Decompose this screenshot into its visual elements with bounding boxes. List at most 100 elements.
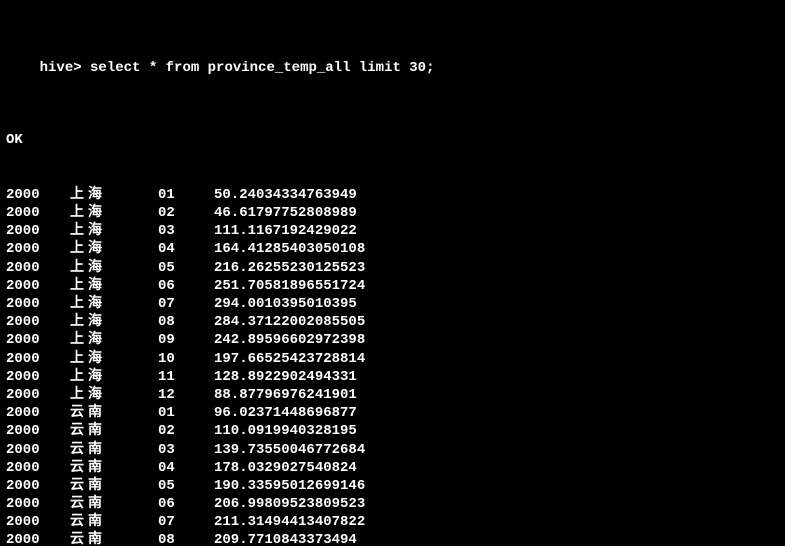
cell-province: 上海 bbox=[70, 331, 158, 349]
result-rows: 2000上海0150.240343347639492000上海0246.6179… bbox=[6, 186, 779, 546]
cell-year: 2000 bbox=[6, 459, 70, 477]
table-row: 2000上海05216.26255230125523 bbox=[6, 259, 779, 277]
cell-province: 上海 bbox=[70, 277, 158, 295]
table-row: 2000上海07294.0010395010395 bbox=[6, 295, 779, 313]
table-row: 2000上海06251.70581896551724 bbox=[6, 277, 779, 295]
cell-month: 04 bbox=[158, 459, 214, 477]
cell-province: 云南 bbox=[70, 422, 158, 440]
cell-year: 2000 bbox=[6, 277, 70, 295]
cell-month: 10 bbox=[158, 350, 214, 368]
cell-month: 11 bbox=[158, 368, 214, 386]
cell-year: 2000 bbox=[6, 495, 70, 513]
cell-year: 2000 bbox=[6, 295, 70, 313]
cell-month: 08 bbox=[158, 313, 214, 331]
cell-value: 139.73550046772684 bbox=[214, 441, 365, 459]
table-row: 2000云南04178.0329027540824 bbox=[6, 459, 779, 477]
cell-year: 2000 bbox=[6, 513, 70, 531]
cell-value: 209.7710843373494 bbox=[214, 531, 357, 546]
cell-year: 2000 bbox=[6, 477, 70, 495]
table-row: 2000上海04164.41285403050108 bbox=[6, 240, 779, 258]
table-row: 2000上海0246.61797752808989 bbox=[6, 204, 779, 222]
table-row: 2000云南03139.73550046772684 bbox=[6, 441, 779, 459]
prompt: hive> bbox=[40, 60, 90, 76]
cell-month: 07 bbox=[158, 513, 214, 531]
cell-value: 50.24034334763949 bbox=[214, 186, 357, 204]
cell-value: 46.61797752808989 bbox=[214, 204, 357, 222]
cell-province: 云南 bbox=[70, 531, 158, 546]
cell-province: 上海 bbox=[70, 222, 158, 240]
cell-year: 2000 bbox=[6, 186, 70, 204]
cell-month: 05 bbox=[158, 259, 214, 277]
table-row: 2000上海03111.1167192429022 bbox=[6, 222, 779, 240]
cell-value: 242.89596602972398 bbox=[214, 331, 365, 349]
cell-value: 111.1167192429022 bbox=[214, 222, 357, 240]
cell-province: 上海 bbox=[70, 386, 158, 404]
cell-year: 2000 bbox=[6, 531, 70, 546]
table-row: 2000上海10197.66525423728814 bbox=[6, 350, 779, 368]
cell-value: 178.0329027540824 bbox=[214, 459, 357, 477]
cell-province: 云南 bbox=[70, 477, 158, 495]
cell-year: 2000 bbox=[6, 259, 70, 277]
cell-year: 2000 bbox=[6, 404, 70, 422]
table-row: 2000上海11128.8922902494331 bbox=[6, 368, 779, 386]
table-row: 2000云南08209.7710843373494 bbox=[6, 531, 779, 546]
table-row: 2000云南06206.99809523809523 bbox=[6, 495, 779, 513]
cell-province: 云南 bbox=[70, 404, 158, 422]
table-row: 2000上海0150.24034334763949 bbox=[6, 186, 779, 204]
cell-year: 2000 bbox=[6, 368, 70, 386]
cell-value: 110.0919940328195 bbox=[214, 422, 357, 440]
cell-month: 03 bbox=[158, 222, 214, 240]
cell-year: 2000 bbox=[6, 313, 70, 331]
cell-month: 01 bbox=[158, 404, 214, 422]
cell-year: 2000 bbox=[6, 422, 70, 440]
cell-value: 206.99809523809523 bbox=[214, 495, 365, 513]
cell-value: 88.87796976241901 bbox=[214, 386, 357, 404]
cell-year: 2000 bbox=[6, 350, 70, 368]
cell-month: 07 bbox=[158, 295, 214, 313]
cell-value: 190.33595012699146 bbox=[214, 477, 365, 495]
cell-value: 96.02371448696877 bbox=[214, 404, 357, 422]
cell-province: 上海 bbox=[70, 259, 158, 277]
table-row: 2000上海1288.87796976241901 bbox=[6, 386, 779, 404]
cell-month: 06 bbox=[158, 277, 214, 295]
cell-month: 05 bbox=[158, 477, 214, 495]
prompt-line[interactable]: hive> select * from province_temp_all li… bbox=[6, 40, 779, 95]
cell-value: 284.37122002085505 bbox=[214, 313, 365, 331]
cell-province: 上海 bbox=[70, 186, 158, 204]
cell-month: 09 bbox=[158, 331, 214, 349]
cell-province: 云南 bbox=[70, 441, 158, 459]
cell-province: 上海 bbox=[70, 350, 158, 368]
terminal-output: hive> select * from province_temp_all li… bbox=[0, 0, 785, 546]
cell-value: 128.8922902494331 bbox=[214, 368, 357, 386]
cell-year: 2000 bbox=[6, 222, 70, 240]
cell-year: 2000 bbox=[6, 240, 70, 258]
cell-province: 云南 bbox=[70, 495, 158, 513]
table-row: 2000上海09242.89596602972398 bbox=[6, 331, 779, 349]
status-line: OK bbox=[6, 131, 779, 149]
cell-month: 02 bbox=[158, 204, 214, 222]
cell-value: 294.0010395010395 bbox=[214, 295, 357, 313]
cell-province: 云南 bbox=[70, 459, 158, 477]
cell-province: 上海 bbox=[70, 240, 158, 258]
cell-province: 上海 bbox=[70, 313, 158, 331]
table-row: 2000上海08284.37122002085505 bbox=[6, 313, 779, 331]
cell-year: 2000 bbox=[6, 204, 70, 222]
cell-month: 04 bbox=[158, 240, 214, 258]
cell-month: 06 bbox=[158, 495, 214, 513]
cell-year: 2000 bbox=[6, 441, 70, 459]
cell-value: 251.70581896551724 bbox=[214, 277, 365, 295]
cell-province: 上海 bbox=[70, 204, 158, 222]
cell-year: 2000 bbox=[6, 331, 70, 349]
table-row: 2000云南0196.02371448696877 bbox=[6, 404, 779, 422]
cell-province: 上海 bbox=[70, 368, 158, 386]
cell-value: 211.31494413407822 bbox=[214, 513, 365, 531]
cell-province: 云南 bbox=[70, 513, 158, 531]
cell-value: 216.26255230125523 bbox=[214, 259, 365, 277]
cell-month: 08 bbox=[158, 531, 214, 546]
cell-month: 03 bbox=[158, 441, 214, 459]
cell-province: 上海 bbox=[70, 295, 158, 313]
cell-month: 12 bbox=[158, 386, 214, 404]
table-row: 2000云南02110.0919940328195 bbox=[6, 422, 779, 440]
cell-value: 164.41285403050108 bbox=[214, 240, 365, 258]
query-text: select * from province_temp_all limit 30… bbox=[90, 60, 434, 76]
